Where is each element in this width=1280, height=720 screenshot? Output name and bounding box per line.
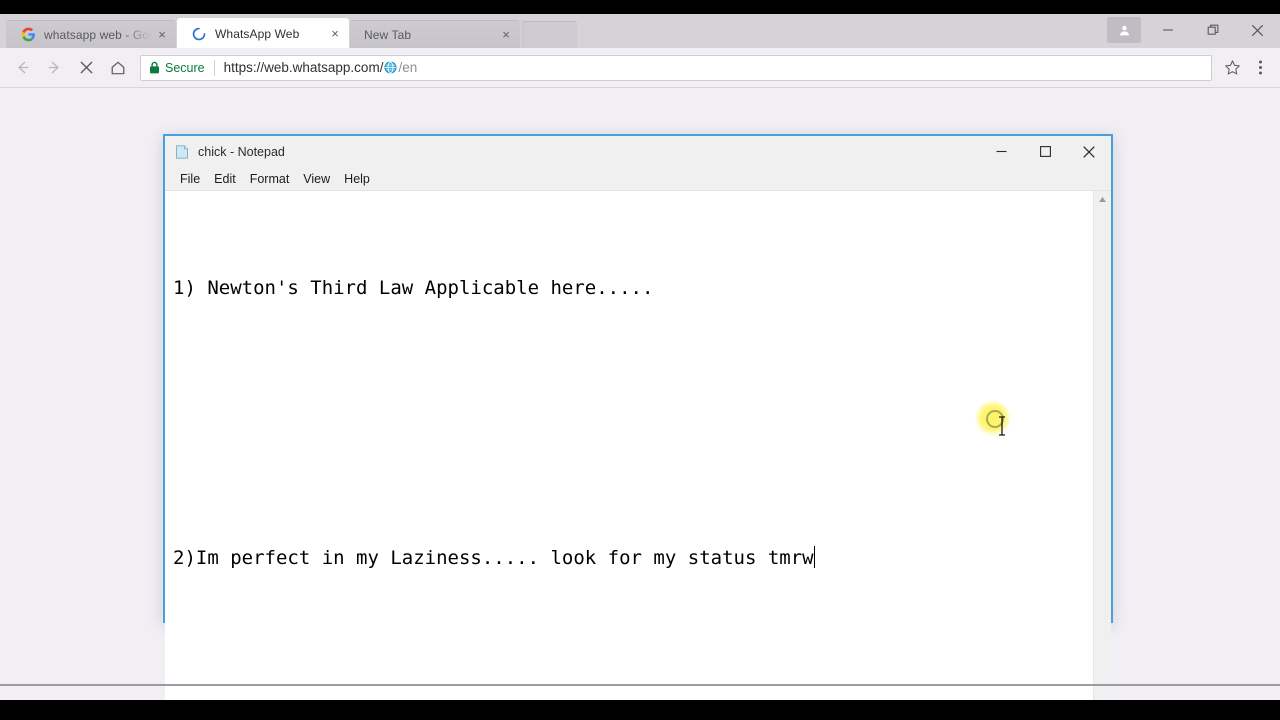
text-line: 1) Newton's Third Law Applicable here...… [173, 277, 654, 299]
notepad-close-button[interactable] [1067, 136, 1111, 167]
browser-minimize-button[interactable] [1145, 15, 1190, 45]
star-icon[interactable] [1218, 54, 1246, 82]
browser-tab-google-search[interactable]: whatsapp web - Google × [6, 20, 176, 48]
tab-title: WhatsApp Web [215, 26, 300, 41]
menu-item-format[interactable]: Format [243, 170, 297, 188]
home-icon[interactable] [104, 54, 132, 82]
notepad-window: chick - Notepad File Edit Format View He… [163, 134, 1113, 700]
notepad-title-bar[interactable]: chick - Notepad [165, 136, 1111, 168]
tab-close-icon[interactable]: × [498, 27, 514, 43]
loading-spinner-icon [191, 26, 207, 42]
text-line-blank [173, 363, 1093, 393]
notepad-window-controls [979, 136, 1111, 168]
menu-item-file[interactable]: File [173, 170, 207, 188]
security-label: Secure [165, 60, 205, 75]
tab-strip: whatsapp web - Google × WhatsApp Web × N… [0, 14, 1280, 48]
stop-x-icon[interactable] [72, 54, 100, 82]
notepad-text-area[interactable]: 1) Newton's Third Law Applicable here...… [165, 191, 1093, 700]
lock-icon [149, 61, 160, 74]
security-indicator[interactable]: Secure [149, 61, 205, 75]
url-origin: https://web.whatsapp.com/ [223, 60, 384, 75]
tab-close-icon[interactable]: × [327, 26, 343, 42]
tab-title: whatsapp web - Google [44, 27, 154, 42]
letterbox-top [0, 0, 1280, 14]
tab-title: New Tab [364, 27, 412, 42]
browser-toolbar: Secure https://web.whatsapp.com/ /en [0, 48, 1280, 88]
browser-window-controls [1107, 14, 1280, 46]
notepad-document-icon [174, 144, 190, 160]
google-g-icon [20, 27, 36, 43]
browser-tab-new-tab[interactable]: New Tab × [350, 20, 520, 48]
new-tab-button[interactable] [521, 21, 577, 48]
text-line-content: 2)Im perfect in my Laziness..... look fo… [173, 547, 814, 569]
notepad-body: 1) Newton's Third Law Applicable here...… [165, 190, 1111, 700]
notepad-menu-bar: File Edit Format View Help [165, 168, 1111, 190]
profile-person-icon[interactable] [1107, 17, 1141, 43]
menu-item-help[interactable]: Help [337, 170, 377, 188]
forward-arrow-icon[interactable] [40, 54, 68, 82]
scroll-up-arrow-icon[interactable] [1094, 191, 1111, 208]
notepad-minimize-button[interactable] [979, 136, 1023, 167]
notepad-vertical-scrollbar[interactable] [1093, 191, 1111, 700]
menu-item-view[interactable]: View [296, 170, 337, 188]
omnibox-divider [213, 59, 215, 76]
three-dot-menu-icon[interactable] [1246, 54, 1274, 82]
address-bar[interactable]: Secure https://web.whatsapp.com/ /en [140, 54, 1212, 81]
browser-tab-whatsapp-web[interactable]: WhatsApp Web × [177, 18, 349, 48]
text-line-blank [173, 633, 1093, 663]
globe-icon [384, 61, 397, 74]
tab-close-icon[interactable]: × [154, 27, 170, 43]
window-bottom-shadow [0, 684, 1280, 686]
text-line-blank [173, 453, 1093, 483]
text-line-with-caret: 2)Im perfect in my Laziness..... look fo… [173, 543, 1093, 573]
menu-item-edit[interactable]: Edit [207, 170, 243, 188]
screen-root: whatsapp web - Google × WhatsApp Web × N… [0, 0, 1280, 720]
chrome-browser-window: whatsapp web - Google × WhatsApp Web × N… [0, 14, 1280, 700]
page-viewport: chick - Notepad File Edit Format View He… [0, 88, 1280, 700]
browser-restore-button[interactable] [1190, 15, 1235, 45]
back-arrow-icon[interactable] [8, 54, 36, 82]
notepad-title: chick - Notepad [198, 145, 285, 159]
letterbox-bottom [0, 700, 1280, 720]
notepad-maximize-button[interactable] [1023, 136, 1067, 167]
text-caret [813, 546, 816, 568]
browser-close-button[interactable] [1235, 15, 1280, 45]
url-path: /en [398, 60, 418, 75]
scrollbar-track[interactable] [1094, 208, 1111, 700]
url-text: https://web.whatsapp.com/ /en [224, 60, 1203, 75]
